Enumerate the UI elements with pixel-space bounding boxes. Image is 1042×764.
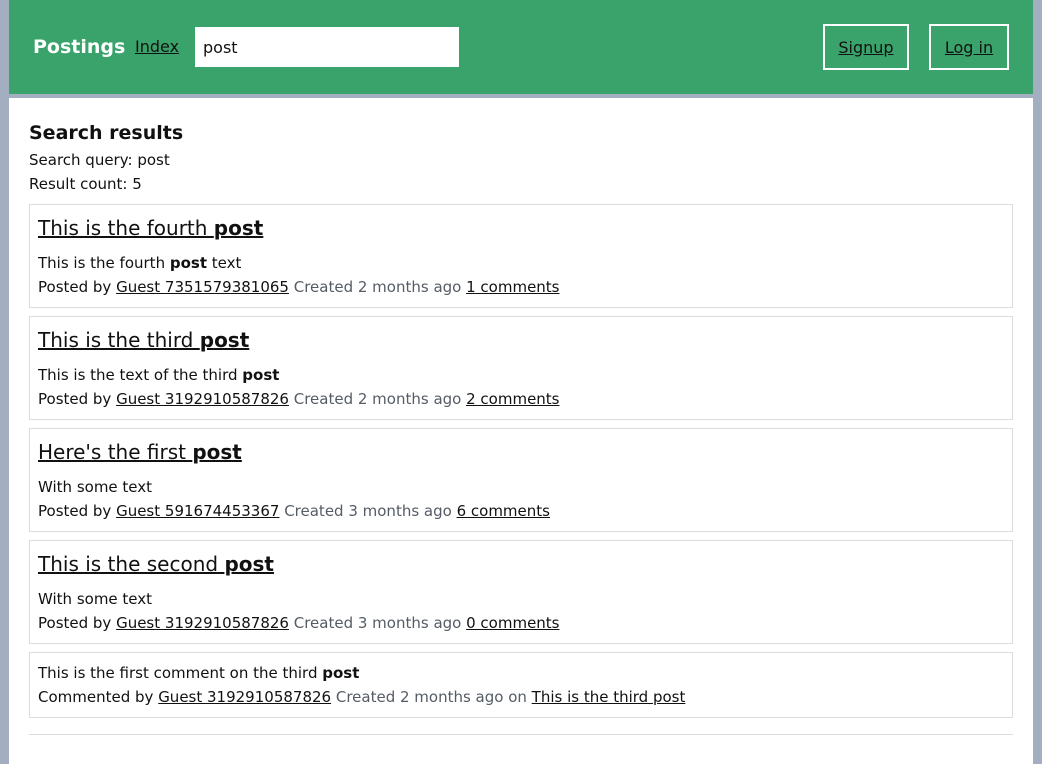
result-count-line: Result count: 5 [29, 174, 142, 194]
search-query-label: Search query: [29, 151, 138, 169]
post-body-text: This is the fourth [38, 254, 170, 272]
post-card: This is the third post This is the text … [29, 316, 1013, 420]
author-link[interactable]: Guest 7351579381065 [116, 278, 289, 296]
page-title: Search results [29, 122, 184, 144]
post-meta: Posted by Guest 7351579381065 Created 2 … [38, 277, 560, 297]
post-meta: Posted by Guest 3192910587826 Created 2 … [38, 389, 560, 409]
post-body-text: This is the text of the third [38, 366, 243, 384]
post-title-text[interactable]: Here's the first [38, 440, 192, 464]
post-title-text[interactable]: This is the second [38, 552, 224, 576]
comment-meta: Commented by Guest 3192910587826 Created… [38, 687, 685, 707]
created-time: Created 2 months ago on [331, 688, 532, 706]
result-count-label: Result count: [29, 175, 133, 193]
signup-button[interactable]: Signup [823, 24, 909, 70]
post-card: Here's the first post With some text Pos… [29, 428, 1013, 532]
comments-link[interactable]: 0 comments [466, 614, 559, 632]
divider [29, 734, 1013, 735]
post-title-link[interactable]: This is the third post [38, 328, 249, 352]
search-query-line: Search query: post [29, 150, 170, 170]
post-title-highlight[interactable]: post [224, 552, 274, 576]
post-body-highlight: post [169, 254, 207, 272]
post-title-text[interactable]: This is the third [38, 328, 200, 352]
post-body: This is the fourth post text [38, 253, 241, 273]
comment-body: This is the first comment on the third p… [38, 663, 359, 683]
posted-by-label: Posted by [38, 390, 117, 408]
comments-link[interactable]: 2 comments [466, 390, 559, 408]
author-link[interactable]: Guest 591674453367 [116, 502, 279, 520]
author-link[interactable]: Guest 3192910587826 [158, 688, 331, 706]
post-title-link[interactable]: Here's the first post [38, 440, 242, 464]
post-meta: Posted by Guest 591674453367 Created 3 m… [38, 501, 550, 521]
post-body: With some text [38, 589, 152, 609]
post-body-highlight: post [242, 366, 280, 384]
post-title-highlight[interactable]: post [214, 216, 264, 240]
created-time: Created 2 months ago [288, 390, 467, 408]
comment-body-highlight: post [322, 664, 360, 682]
posted-by-label: Posted by [38, 502, 117, 520]
post-meta: Posted by Guest 3192910587826 Created 3 … [38, 613, 560, 633]
index-link[interactable]: Index [135, 37, 179, 57]
top-navbar: Postings Index Signup Log in [9, 0, 1033, 94]
author-link[interactable]: Guest 3192910587826 [116, 390, 289, 408]
commented-by-label: Commented by [38, 688, 159, 706]
brand-logo-text[interactable]: Postings [33, 36, 125, 58]
post-body-text: With some text [38, 590, 153, 608]
created-time: Created 3 months ago [279, 502, 457, 520]
post-body-text: With some text [38, 478, 153, 496]
post-title-highlight[interactable]: post [192, 440, 242, 464]
main-content: Search results Search query: post Result… [9, 98, 1033, 764]
result-count-value: 5 [132, 175, 142, 193]
comment-body-text: This is the first comment on the third [38, 664, 323, 682]
post-body: This is the text of the third post [38, 365, 279, 385]
parent-post-link[interactable]: This is the third post [532, 688, 686, 706]
post-body: With some text [38, 477, 152, 497]
posted-by-label: Posted by [38, 278, 117, 296]
posted-by-label: Posted by [38, 614, 117, 632]
author-link[interactable]: Guest 3192910587826 [116, 614, 289, 632]
created-time: Created 3 months ago [288, 614, 467, 632]
search-input[interactable] [195, 27, 459, 67]
created-time: Created 2 months ago [288, 278, 467, 296]
post-card: This is the second post With some text P… [29, 540, 1013, 644]
post-title-link[interactable]: This is the second post [38, 552, 274, 576]
comments-link[interactable]: 6 comments [457, 502, 550, 520]
post-title-highlight[interactable]: post [200, 328, 250, 352]
comments-link[interactable]: 1 comments [466, 278, 559, 296]
search-query-value: post [137, 151, 170, 169]
login-button[interactable]: Log in [929, 24, 1009, 70]
post-card: This is the fourth post This is the four… [29, 204, 1013, 308]
post-title-link[interactable]: This is the fourth post [38, 216, 263, 240]
comment-card: This is the first comment on the third p… [29, 652, 1013, 718]
post-body-text-end: text [207, 254, 242, 272]
post-title-text[interactable]: This is the fourth [38, 216, 214, 240]
